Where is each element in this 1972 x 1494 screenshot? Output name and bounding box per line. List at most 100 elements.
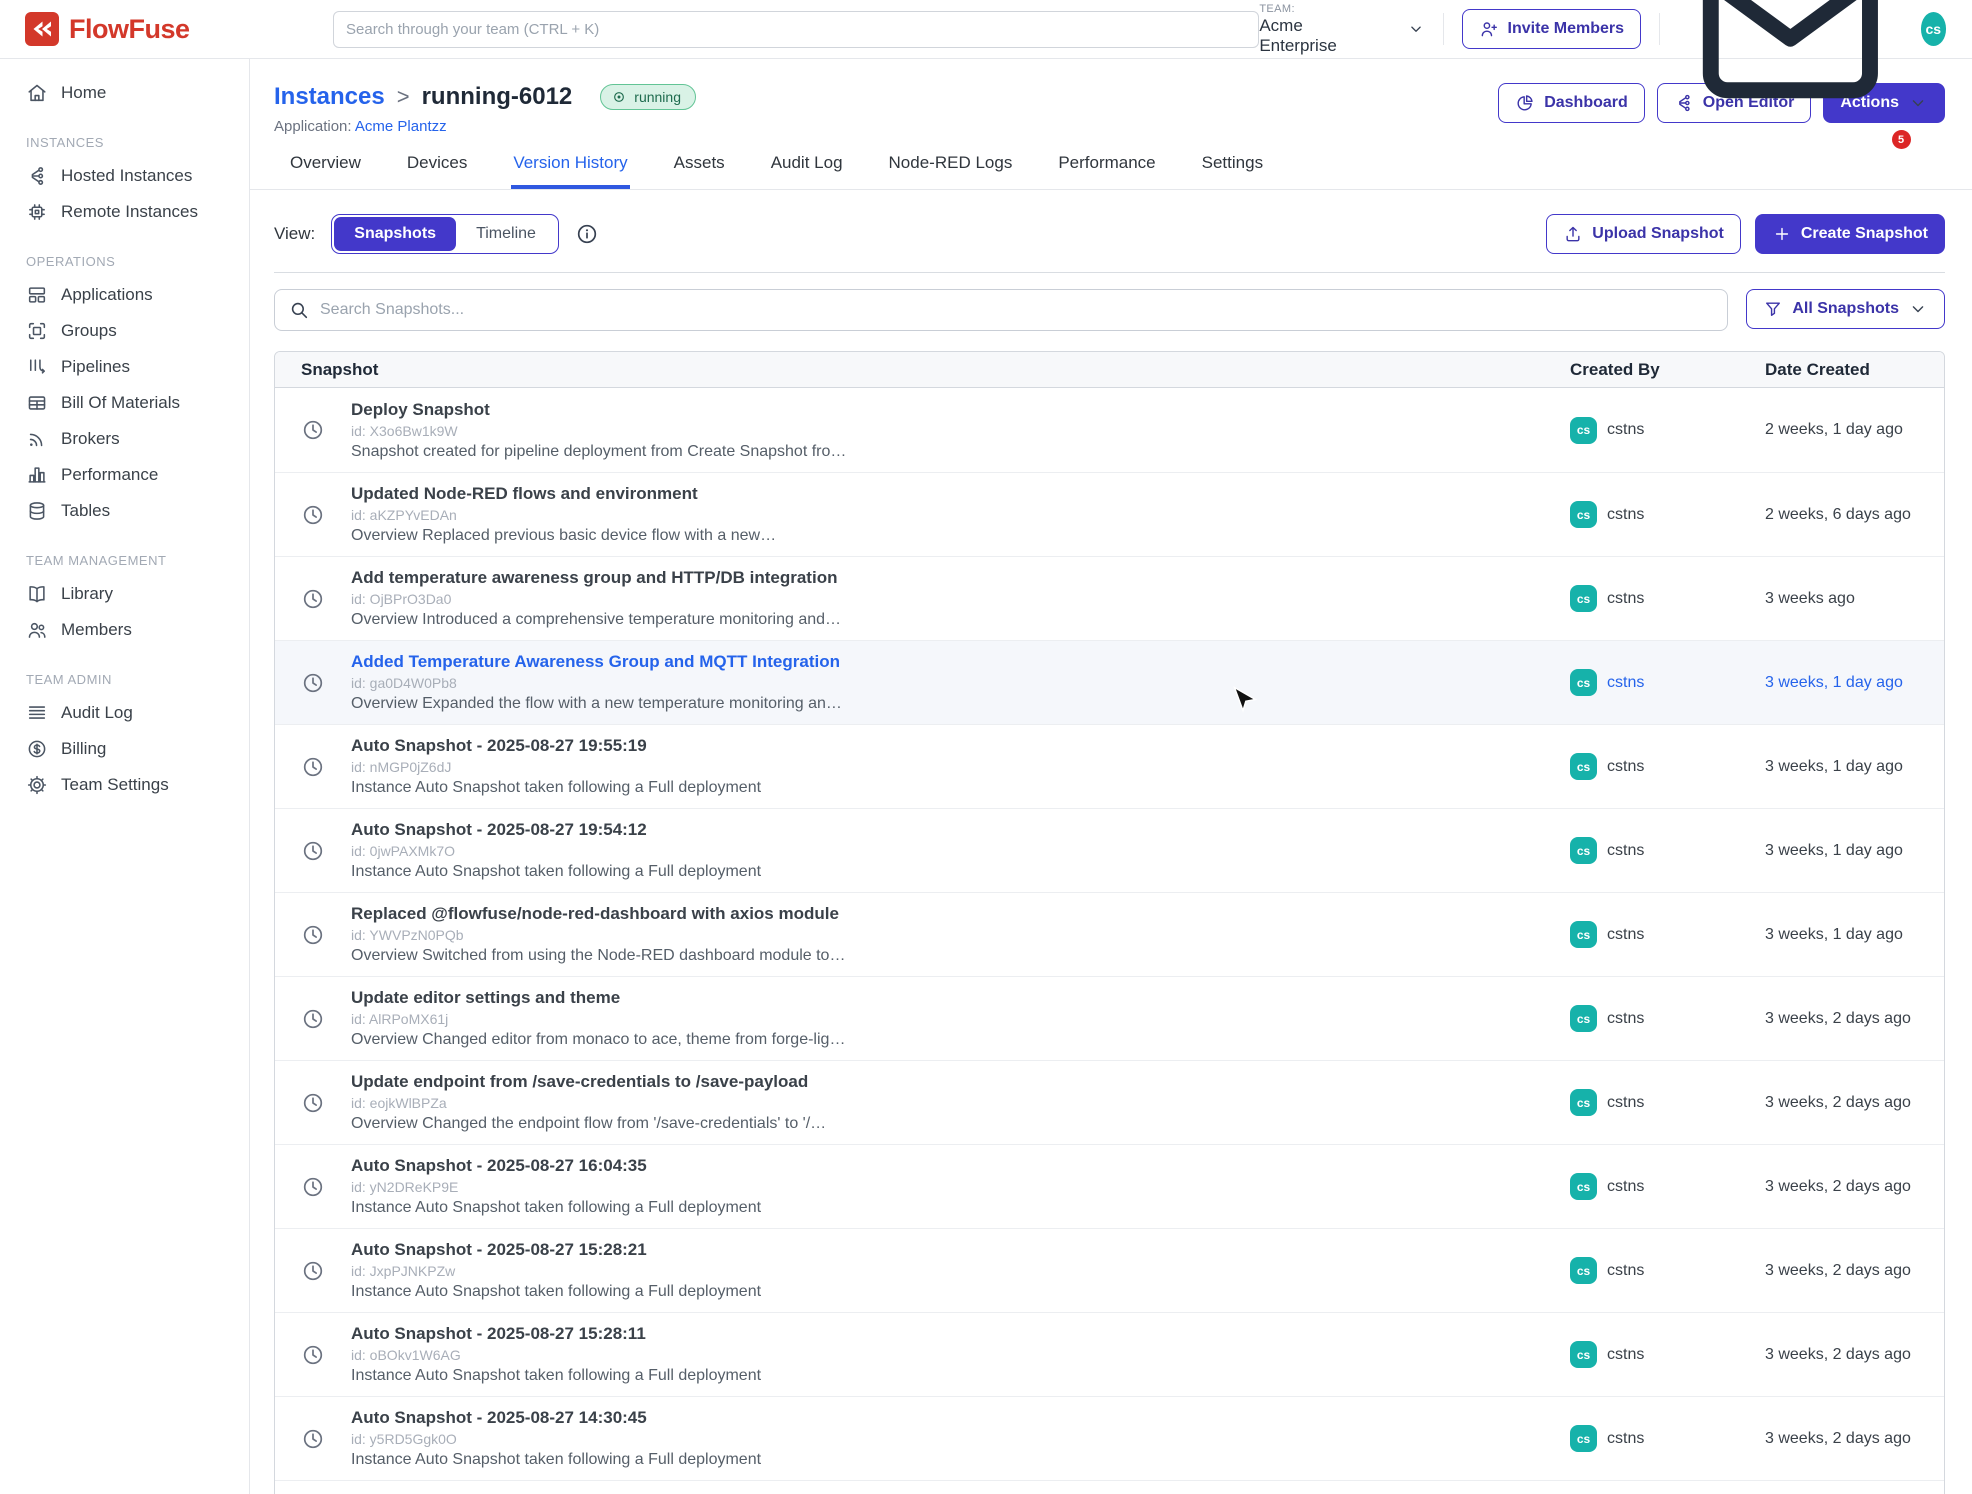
snapshot-id: id: oBOkv1W6AG xyxy=(351,1347,761,1363)
sidebar-item[interactable]: Bill Of Materials xyxy=(0,385,249,421)
snapshot-id: id: YWVPzN0PQb xyxy=(351,927,845,943)
table-row[interactable]: Updated Node-RED flows and environment i… xyxy=(275,472,1944,556)
tables-icon xyxy=(26,500,48,522)
table-row[interactable]: Add temperature awareness group and HTTP… xyxy=(275,556,1944,640)
invite-members-label: Invite Members xyxy=(1508,20,1624,38)
table-row[interactable]: Added Temperature Awareness Group and MQ… xyxy=(275,640,1944,724)
instance-tabs: Overview Devices Version History Assets … xyxy=(250,153,1972,190)
avatar: cs xyxy=(1570,1341,1597,1368)
search-icon xyxy=(288,299,310,321)
snapshot-filter-button[interactable]: All Snapshots xyxy=(1746,289,1945,329)
upload-icon xyxy=(1563,224,1583,244)
billing-icon xyxy=(26,738,48,760)
global-search-input[interactable] xyxy=(346,21,1246,38)
tab[interactable]: Devices xyxy=(405,153,469,189)
sidebar-item-label: Audit Log xyxy=(61,703,133,723)
funnel-icon xyxy=(1763,299,1783,319)
sidebar-item[interactable]: Brokers xyxy=(0,421,249,457)
sidebar-item[interactable]: Billing xyxy=(0,731,249,767)
sidebar-item[interactable]: Home xyxy=(0,75,249,111)
table-row[interactable]: Auto Snapshot - 2025-08-27 14:30:45 id: … xyxy=(275,1396,1944,1480)
view-toggle-option[interactable]: Snapshots xyxy=(334,217,456,251)
snapshot-id: id: OjBPrO3Da0 xyxy=(351,591,841,607)
team-selector[interactable]: TEAM: Acme Enterprise xyxy=(1259,3,1424,56)
snapshot-id: id: y5RD5Ggk0O xyxy=(351,1431,761,1447)
snapshot-search-input[interactable] xyxy=(320,301,1714,319)
flowfuse-logo[interactable]: FlowFuse xyxy=(0,12,250,46)
view-toggle-option[interactable]: Timeline xyxy=(456,217,556,251)
remote-instances-icon xyxy=(26,201,48,223)
sidebar-item[interactable]: Hosted Instances xyxy=(0,158,249,194)
tab[interactable]: Settings xyxy=(1200,153,1265,189)
snapshot-description: Instance Auto Snapshot taken following a… xyxy=(351,779,761,797)
snapshot-title: Auto Snapshot - 2025-08-27 19:55:19 xyxy=(351,736,761,756)
application-link[interactable]: Acme Plantzz xyxy=(355,118,447,135)
table-row[interactable]: Auto Snapshot - 2025-08-27 19:54:12 id: … xyxy=(275,808,1944,892)
created-by-name: cstns xyxy=(1607,926,1644,944)
upload-snapshot-button[interactable]: Upload Snapshot xyxy=(1546,214,1741,254)
table-row[interactable]: Add HTTP endpoint for saving credentials… xyxy=(275,1480,1944,1494)
history-clock-icon xyxy=(301,1091,325,1115)
column-snapshot: Snapshot xyxy=(275,360,1570,380)
snapshot-title: Deploy Snapshot xyxy=(351,400,846,420)
table-row[interactable]: Update endpoint from /save-credentials t… xyxy=(275,1060,1944,1144)
table-row[interactable]: Auto Snapshot - 2025-08-27 16:04:35 id: … xyxy=(275,1144,1944,1228)
table-row[interactable]: Deploy Snapshot id: X3o6Bw1k9W Snapshot … xyxy=(275,388,1944,472)
sidebar-item[interactable]: Performance xyxy=(0,457,249,493)
notifications-button[interactable]: 5 xyxy=(1678,0,1903,141)
snapshot-id: id: yN2DReKP9E xyxy=(351,1179,761,1195)
tab[interactable]: Overview xyxy=(288,153,363,189)
table-row[interactable]: Replaced @flowfuse/node-red-dashboard wi… xyxy=(275,892,1944,976)
history-clock-icon xyxy=(301,1427,325,1451)
info-icon[interactable] xyxy=(575,222,599,246)
history-clock-icon xyxy=(301,923,325,947)
brokers-icon xyxy=(26,428,48,450)
sidebar-item[interactable]: Members xyxy=(0,612,249,648)
snapshot-search[interactable] xyxy=(274,289,1728,331)
tab[interactable]: Version History xyxy=(511,153,629,189)
chevron-down-icon xyxy=(1407,20,1425,38)
snapshot-description: Instance Auto Snapshot taken following a… xyxy=(351,1367,761,1385)
applications-icon xyxy=(26,284,48,306)
breadcrumb-instances-link[interactable]: Instances xyxy=(274,83,385,111)
date-created: 2 weeks, 1 day ago xyxy=(1765,421,1944,439)
sidebar-item[interactable]: Library xyxy=(0,576,249,612)
avatar: cs xyxy=(1570,501,1597,528)
page-title: running-6012 xyxy=(422,83,573,111)
home-icon xyxy=(26,82,48,104)
snapshot-filter-label: All Snapshots xyxy=(1792,300,1899,318)
invite-members-button[interactable]: Invite Members xyxy=(1462,9,1641,49)
global-search[interactable] xyxy=(333,11,1259,48)
sidebar-item[interactable]: Remote Instances xyxy=(0,194,249,230)
tab[interactable]: Audit Log xyxy=(769,153,845,189)
sidebar-item[interactable]: Tables xyxy=(0,493,249,529)
sidebar-item[interactable]: Audit Log xyxy=(0,695,249,731)
history-clock-icon xyxy=(301,755,325,779)
date-created: 3 weeks, 1 day ago xyxy=(1765,758,1944,776)
table-header: Snapshot Created By Date Created xyxy=(275,352,1944,388)
snapshot-id: id: ga0D4W0Pb8 xyxy=(351,675,842,691)
sidebar-item[interactable]: Team Settings xyxy=(0,767,249,803)
sidebar-item[interactable]: Applications xyxy=(0,277,249,313)
column-created-by: Created By xyxy=(1570,360,1765,380)
table-row[interactable]: Auto Snapshot - 2025-08-27 19:55:19 id: … xyxy=(275,724,1944,808)
tab[interactable]: Assets xyxy=(672,153,727,189)
sidebar-item[interactable]: Groups xyxy=(0,313,249,349)
tab[interactable]: Node-RED Logs xyxy=(887,153,1015,189)
divider xyxy=(1443,13,1444,45)
snapshot-id: id: AlRPoMX61j xyxy=(351,1011,845,1027)
snapshot-description: Overview Switched from using the Node-RE… xyxy=(351,947,845,965)
history-clock-icon xyxy=(301,671,325,695)
create-snapshot-button[interactable]: Create Snapshot xyxy=(1755,214,1945,254)
sidebar-item-label: Billing xyxy=(61,739,106,759)
table-row[interactable]: Auto Snapshot - 2025-08-27 15:28:11 id: … xyxy=(275,1312,1944,1396)
team-name: Acme Enterprise xyxy=(1259,16,1336,56)
user-avatar[interactable]: cs xyxy=(1921,12,1946,46)
table-row[interactable]: Auto Snapshot - 2025-08-27 15:28:21 id: … xyxy=(275,1228,1944,1312)
bill-of-materials-icon xyxy=(26,392,48,414)
sidebar-item[interactable]: Pipelines xyxy=(0,349,249,385)
snapshot-id: id: X3o6Bw1k9W xyxy=(351,423,846,439)
tab[interactable]: Performance xyxy=(1056,153,1157,189)
table-row[interactable]: Update editor settings and theme id: AlR… xyxy=(275,976,1944,1060)
history-clock-icon xyxy=(301,587,325,611)
